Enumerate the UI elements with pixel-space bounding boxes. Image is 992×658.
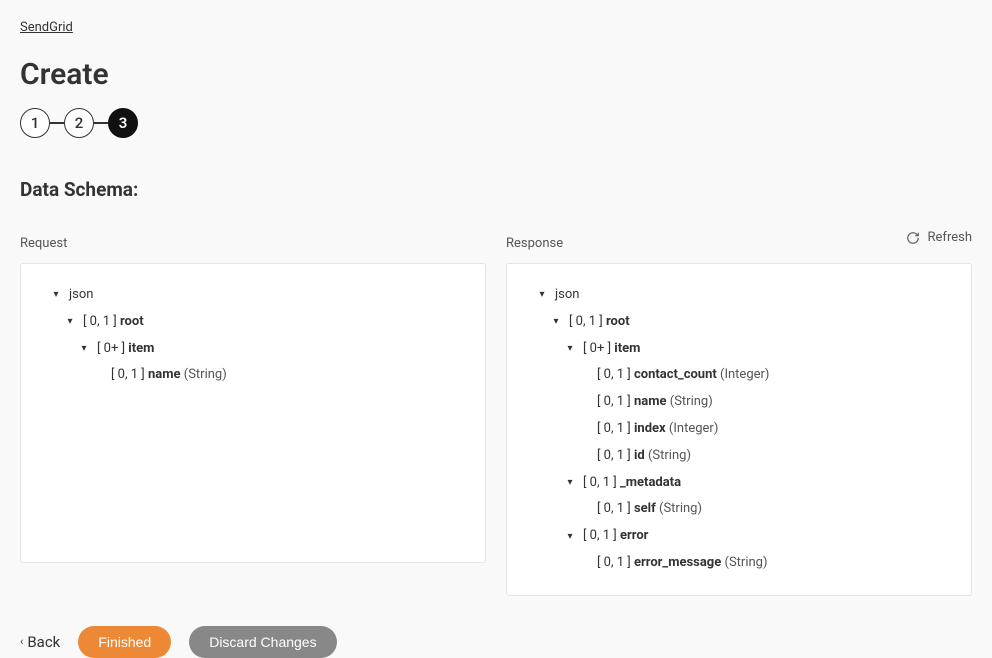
field-type: (String) — [670, 392, 713, 413]
cardinality: [ 0, 1 ] — [597, 446, 631, 467]
chevron-down-icon: ▾ — [563, 341, 577, 357]
tree-row-leaf[interactable]: [ 0, 1 ] name (String) — [525, 389, 953, 416]
refresh-label: Refresh — [928, 230, 972, 245]
field-type: (String) — [725, 553, 768, 574]
tree-row-leaf[interactable]: [ 0, 1 ] contact_count (Integer) — [525, 362, 953, 389]
chevron-down-icon: ▾ — [563, 475, 577, 491]
cardinality: [ 0, 1 ] — [569, 312, 603, 333]
tree-row-root[interactable]: ▾ [ 0, 1 ] root — [39, 309, 467, 336]
field-type: (String) — [648, 446, 691, 467]
step-3[interactable]: 3 — [108, 108, 138, 138]
tree-row-metadata[interactable]: ▾ [ 0, 1 ] _metadata — [525, 470, 953, 497]
chevron-down-icon: ▾ — [535, 287, 549, 303]
step-2[interactable]: 2 — [64, 108, 94, 138]
footer-actions: ‹ Back Finished Discard Changes — [20, 626, 972, 658]
request-column: Request ▾ json ▾ [ 0, 1 ] root ▾ [ 0+ ] … — [20, 236, 486, 596]
section-title: Data Schema: — [20, 178, 972, 201]
finished-button[interactable]: Finished — [78, 626, 171, 658]
field-name: id — [634, 446, 645, 467]
breadcrumb-parent-link[interactable]: SendGrid — [20, 20, 73, 35]
chevron-down-icon: ▾ — [563, 529, 577, 545]
field-name: item — [614, 339, 640, 360]
field-name: error — [620, 526, 648, 547]
step-1[interactable]: 1 — [20, 108, 50, 138]
cardinality: [ 0, 1 ] — [597, 365, 631, 386]
tree-node-label: json — [69, 285, 93, 306]
tree-row-leaf[interactable]: [ 0, 1 ] self (String) — [525, 496, 953, 523]
field-name: name — [634, 392, 667, 413]
cardinality: [ 0, 1 ] — [597, 419, 631, 440]
refresh-icon — [906, 231, 920, 245]
response-label: Response — [506, 236, 972, 251]
field-type: (String) — [184, 365, 227, 386]
tree-row-leaf[interactable]: [ 0, 1 ] error_message (String) — [525, 550, 953, 577]
tree-row-leaf[interactable]: [ 0, 1 ] name (String) — [39, 362, 467, 389]
request-label: Request — [20, 236, 486, 251]
field-name: item — [128, 339, 154, 360]
chevron-down-icon: ▾ — [77, 341, 91, 357]
request-panel: ▾ json ▾ [ 0, 1 ] root ▾ [ 0+ ] item [ 0… — [20, 263, 486, 563]
back-button[interactable]: ‹ Back — [20, 633, 60, 651]
field-name: root — [606, 312, 630, 333]
field-type: (String) — [659, 499, 702, 520]
field-name: contact_count — [634, 365, 717, 386]
cardinality: [ 0, 1 ] — [583, 473, 617, 494]
step-connector — [50, 122, 64, 124]
cardinality: [ 0, 1 ] — [597, 553, 631, 574]
field-name: index — [634, 419, 666, 440]
field-name: _metadata — [620, 473, 681, 494]
chevron-left-icon: ‹ — [20, 635, 23, 648]
tree-row-root[interactable]: ▾ [ 0, 1 ] root — [525, 309, 953, 336]
cardinality: [ 0, 1 ] — [583, 526, 617, 547]
tree-node-label: json — [555, 285, 579, 306]
discard-button[interactable]: Discard Changes — [189, 626, 336, 658]
breadcrumb: SendGrid — [20, 20, 972, 35]
tree-row-leaf[interactable]: [ 0, 1 ] index (Integer) — [525, 416, 953, 443]
cardinality: [ 0, 1 ] — [597, 392, 631, 413]
field-name: name — [148, 365, 181, 386]
cardinality: [ 0, 1 ] — [83, 312, 117, 333]
stepper: 1 2 3 — [20, 108, 972, 138]
chevron-down-icon: ▾ — [49, 287, 63, 303]
cardinality: [ 0+ ] — [97, 339, 125, 360]
chevron-down-icon: ▾ — [63, 314, 77, 330]
tree-row-item[interactable]: ▾ [ 0+ ] item — [39, 336, 467, 363]
cardinality: [ 0, 1 ] — [597, 499, 631, 520]
cardinality: [ 0, 1 ] — [111, 365, 145, 386]
field-name: root — [120, 312, 144, 333]
response-column: Response ▾ json ▾ [ 0, 1 ] root ▾ [ 0+ ]… — [506, 236, 972, 596]
chevron-down-icon: ▾ — [549, 314, 563, 330]
tree-row-item[interactable]: ▾ [ 0+ ] item — [525, 336, 953, 363]
field-type: (Integer) — [669, 419, 718, 440]
response-panel: ▾ json ▾ [ 0, 1 ] root ▾ [ 0+ ] item [ 0… — [506, 263, 972, 596]
cardinality: [ 0+ ] — [583, 339, 611, 360]
tree-row-error[interactable]: ▾ [ 0, 1 ] error — [525, 523, 953, 550]
tree-row-json[interactable]: ▾ json — [39, 282, 467, 309]
back-label: Back — [27, 633, 60, 651]
tree-row-leaf[interactable]: [ 0, 1 ] id (String) — [525, 443, 953, 470]
field-name: self — [634, 499, 656, 520]
field-name: error_message — [634, 553, 721, 574]
field-type: (Integer) — [720, 365, 769, 386]
refresh-button[interactable]: Refresh — [906, 230, 972, 245]
tree-row-json[interactable]: ▾ json — [525, 282, 953, 309]
step-connector — [94, 122, 108, 124]
page-title: Create — [20, 57, 972, 92]
